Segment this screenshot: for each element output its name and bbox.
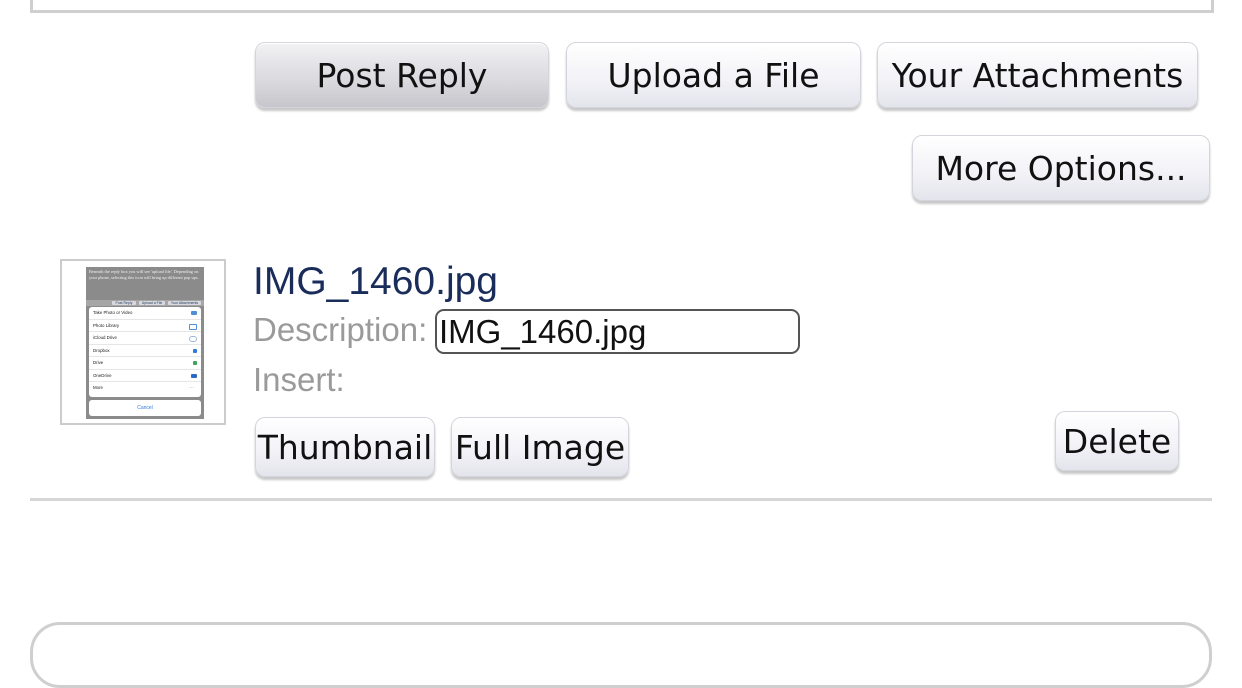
thumbnail-tab: Your Attachments [168,301,201,305]
your-attachments-button[interactable]: Your Attachments [877,42,1198,108]
thumbnail-sheet-item-label: More [93,385,104,390]
thumbnail-sheet-item: OneDrive [89,370,201,382]
more-dots-icon: ··· [189,385,194,391]
thumbnail-sheet-item: Dropbox [89,345,201,357]
more-options-button[interactable]: More Options... [912,135,1210,201]
upload-file-button[interactable]: Upload a File [566,42,861,108]
post-reply-button[interactable]: Post Reply [255,42,549,108]
thumbnail-sheet-item-label: Drive [93,360,104,365]
description-label: Description: [253,311,428,348]
cloud-icon [189,336,197,342]
thumbnail-tab-bar: Post Reply Upload a File Your Attachment… [86,300,204,306]
thumbnail-sheet-item: iCloud Drive [89,332,201,345]
attachment-file-name[interactable]: IMG_1460.jpg [253,260,498,304]
thumbnail-sheet-item-label: OneDrive [93,372,112,378]
onedrive-icon [191,373,197,378]
insert-thumbnail-button[interactable]: Thumbnail [255,417,435,477]
thumbnail-cancel: Cancel [89,400,201,416]
section-divider [30,498,1212,501]
insert-label: Insert: [253,361,345,398]
thumbnail-sheet-item: Drive [89,357,201,370]
insert-full-image-button[interactable]: Full Image [451,417,629,477]
description-input[interactable] [435,309,800,354]
camera-icon [191,311,197,315]
drive-icon [193,361,197,365]
thumbnail-sheet-item: Photo Library [89,320,201,332]
thumbnail-sheet-item: Take Photo or Video [89,307,201,320]
thumbnail-sheet-item-label: iCloud Drive [93,335,117,340]
thumbnail-tab: Upload a File [139,301,165,305]
photos-icon [189,323,197,330]
thumbnail-tab: Post Reply [112,301,136,305]
thumbnail-intro-text: Beneath the reply box you will see 'uplo… [89,269,199,280]
thumbnail-image: Beneath the reply box you will see 'uplo… [86,267,204,419]
thumbnail-sheet-item: More ··· [89,382,201,395]
thumbnail-sheet-item-label: Photo Library [93,322,120,328]
delete-attachment-button[interactable]: Delete [1055,411,1179,471]
dropbox-icon [193,348,197,353]
thumbnail-sheet-item-label: Take Photo or Video [93,310,133,315]
attachment-thumbnail[interactable]: Beneath the reply box you will see 'uplo… [60,259,226,425]
thumbnail-action-sheet: Take Photo or Video Photo Library iCloud… [89,307,201,397]
next-panel-border [30,622,1212,688]
previous-panel-border [30,0,1214,13]
thumbnail-sheet-item-label: Dropbox [93,347,110,353]
